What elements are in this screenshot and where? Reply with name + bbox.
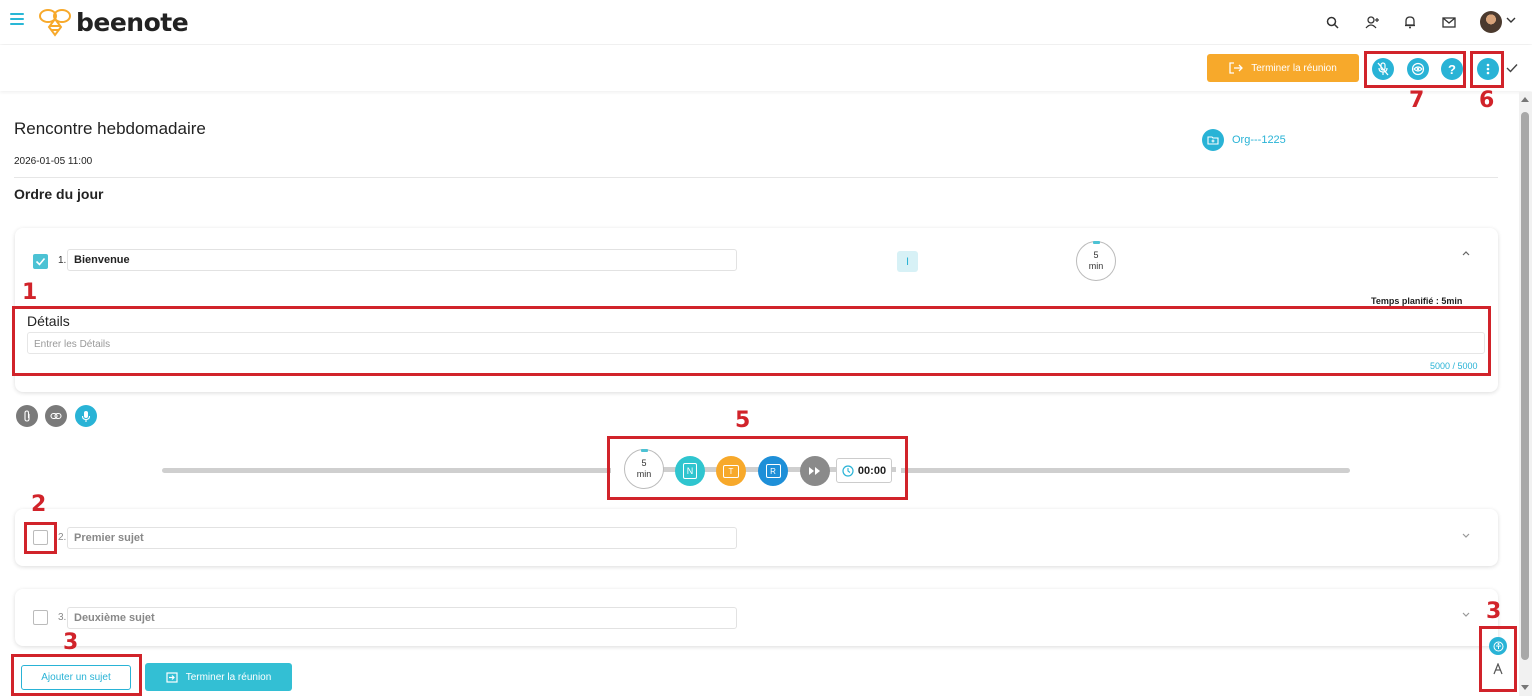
mail-icon[interactable] (1439, 12, 1459, 32)
link-icon[interactable] (45, 405, 67, 427)
topic-badge[interactable]: I (897, 251, 918, 272)
chevron-down-icon[interactable] (1505, 14, 1517, 26)
search-icon[interactable] (1322, 12, 1342, 32)
chevron-up-icon[interactable] (1461, 248, 1471, 258)
divider (14, 177, 1498, 178)
bee-logo-icon (39, 9, 71, 37)
annotation-number-1: 1 (22, 280, 38, 305)
topic-checkbox[interactable] (33, 254, 48, 269)
logo[interactable]: beenote (38, 6, 189, 38)
annotation-number-3: 3 (63, 630, 79, 655)
annotation-number-7: 7 (1409, 88, 1425, 113)
timer-value: 5 (1093, 250, 1099, 260)
topic-title-input[interactable]: Deuxième sujet (67, 607, 737, 629)
annotation-box-7 (1364, 51, 1466, 88)
annotation-number-6: 6 (1479, 88, 1495, 113)
add-user-icon[interactable] (1362, 12, 1382, 32)
topic-title-input[interactable]: Bienvenue (67, 249, 737, 271)
org-name: Org---1225 (1232, 134, 1286, 146)
annotation-box-5 (607, 436, 908, 500)
chevron-down-icon[interactable] (1461, 609, 1471, 619)
agenda-heading: Ordre du jour (14, 186, 104, 202)
meeting-datetime: 2026-01-05 11:00 (14, 156, 93, 167)
annotation-number-3b: 3 (1486, 599, 1502, 624)
avatar[interactable] (1480, 11, 1502, 33)
scroll-up-icon[interactable] (1520, 95, 1530, 103)
topic-checkbox[interactable] (33, 610, 48, 625)
annotation-box-1 (12, 306, 1491, 376)
annotation-box-2 (24, 522, 57, 554)
end-meeting-label: Terminer la réunion (1251, 62, 1337, 74)
bell-icon[interactable] (1400, 12, 1420, 32)
timer-unit: min (1088, 261, 1104, 271)
topic-number: 3. (58, 612, 67, 623)
planned-time: Temps planifié : 5min (1371, 296, 1463, 306)
top-navigation-bar (0, 0, 1532, 44)
folder-icon (1202, 129, 1224, 151)
topic-number: 1. (58, 255, 67, 266)
chevron-down-icon[interactable] (1461, 530, 1471, 540)
exit-icon (166, 671, 178, 683)
topic-number: 2. (58, 532, 67, 543)
end-meeting-button-top[interactable]: Terminer la réunion (1207, 54, 1359, 82)
topic-timer[interactable]: 5 min (1076, 241, 1116, 281)
exit-icon (1229, 62, 1244, 74)
end-meeting-label: Terminer la réunion (185, 671, 272, 683)
menu-icon[interactable] (10, 13, 24, 25)
annotation-box-3b (1479, 626, 1517, 692)
check-icon[interactable] (1506, 63, 1518, 73)
attachment-icon[interactable] (16, 405, 38, 427)
scrollbar-thumb[interactable] (1521, 112, 1529, 660)
annotation-box-6 (1470, 51, 1504, 88)
check-icon (35, 257, 46, 266)
scroll-down-icon[interactable] (1520, 684, 1530, 692)
org-link[interactable]: Org---1225 (1202, 129, 1286, 151)
annotation-box-3 (11, 654, 142, 696)
annotation-number-5: 5 (735, 408, 751, 433)
topic-title-input[interactable]: Premier sujet (67, 527, 737, 549)
mic-icon[interactable] (75, 405, 97, 427)
logo-text: beenote (76, 7, 189, 37)
meeting-title: Rencontre hebdomadaire (14, 119, 206, 138)
annotation-number-2: 2 (31, 492, 47, 517)
end-meeting-button-bottom[interactable]: Terminer la réunion (145, 663, 292, 691)
